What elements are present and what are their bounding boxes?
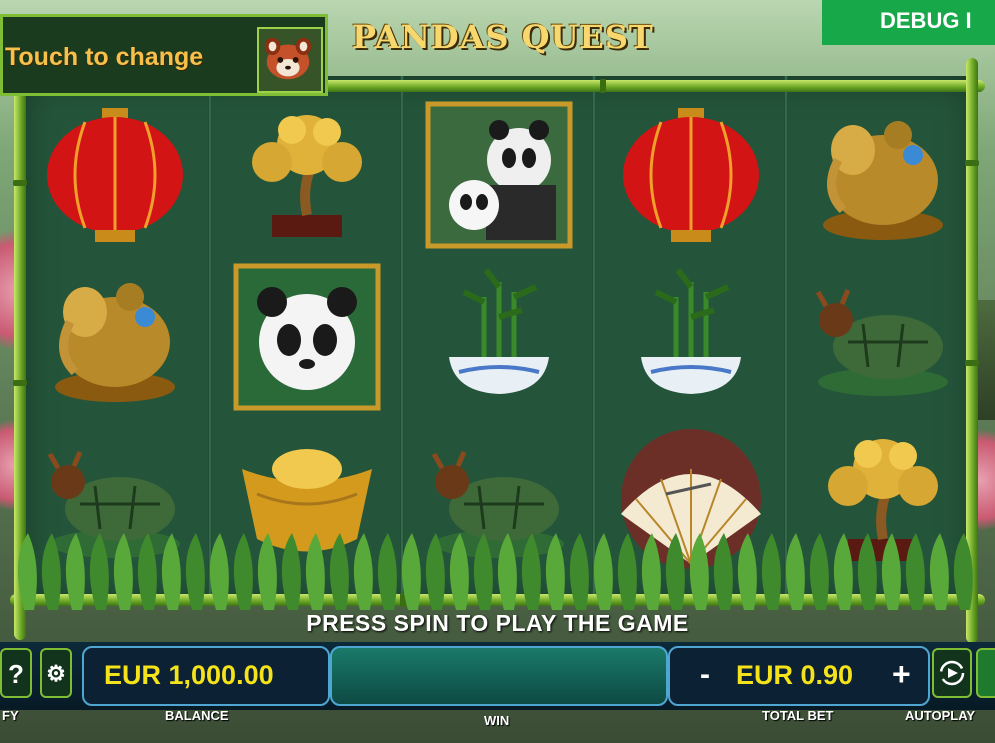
- autoplay-icon: [939, 660, 965, 686]
- bet-decrease-button[interactable]: -: [700, 658, 710, 692]
- jade-turtle-symbol: [808, 262, 958, 412]
- golden-elephant-symbol: [40, 262, 190, 412]
- paytable-label: FY: [2, 708, 19, 723]
- balance-value: EUR 1,000.00: [104, 660, 274, 690]
- lucky-bamboo-symbol: [424, 262, 574, 412]
- red-lantern-symbol: [616, 100, 766, 250]
- bamboo-node: [13, 380, 27, 386]
- bet-value: EUR 0.90: [736, 660, 854, 690]
- spin-button-partial[interactable]: [976, 648, 995, 698]
- bamboo-node: [965, 160, 979, 166]
- red-panda-icon[interactable]: [257, 27, 323, 93]
- autoplay-label: AUTOPLAY: [905, 708, 976, 723]
- touch-to-change-label[interactable]: Touch to change: [5, 43, 203, 72]
- game-title-logo: PANDAS QUEST: [352, 18, 654, 56]
- win-label: WIN: [484, 713, 510, 728]
- bamboo-node: [600, 79, 606, 93]
- lucky-bamboo-symbol: [616, 262, 766, 412]
- help-button[interactable]: ?: [0, 648, 32, 698]
- red-lantern-symbol: [40, 100, 190, 250]
- bet-increase-button[interactable]: +: [892, 656, 911, 693]
- bamboo-node: [965, 360, 979, 366]
- status-message: PRESS SPIN TO PLAY THE GAME: [306, 610, 689, 636]
- bamboo-node: [13, 180, 27, 186]
- settings-button[interactable]: ⚙: [40, 648, 72, 698]
- total-bet-label: TOTAL BET: [762, 708, 834, 723]
- change-theme-banner[interactable]: Touch to change: [0, 14, 328, 96]
- balance-label: BALANCE: [165, 708, 229, 723]
- debug-button[interactable]: DEBUG I: [822, 0, 995, 45]
- panda-family-symbol: [424, 100, 574, 250]
- bet-selector: - EUR 0.90 +: [668, 646, 930, 706]
- bamboo-leaves-decor: [18, 533, 973, 610]
- gear-icon: ⚙: [46, 661, 66, 686]
- golden-elephant-symbol: [808, 100, 958, 250]
- autoplay-button[interactable]: [932, 648, 972, 698]
- balance-display: EUR 1,000.00: [82, 646, 330, 706]
- panda-cub-symbol: [232, 262, 382, 412]
- win-display: [330, 646, 668, 706]
- money-tree-symbol: [232, 100, 382, 250]
